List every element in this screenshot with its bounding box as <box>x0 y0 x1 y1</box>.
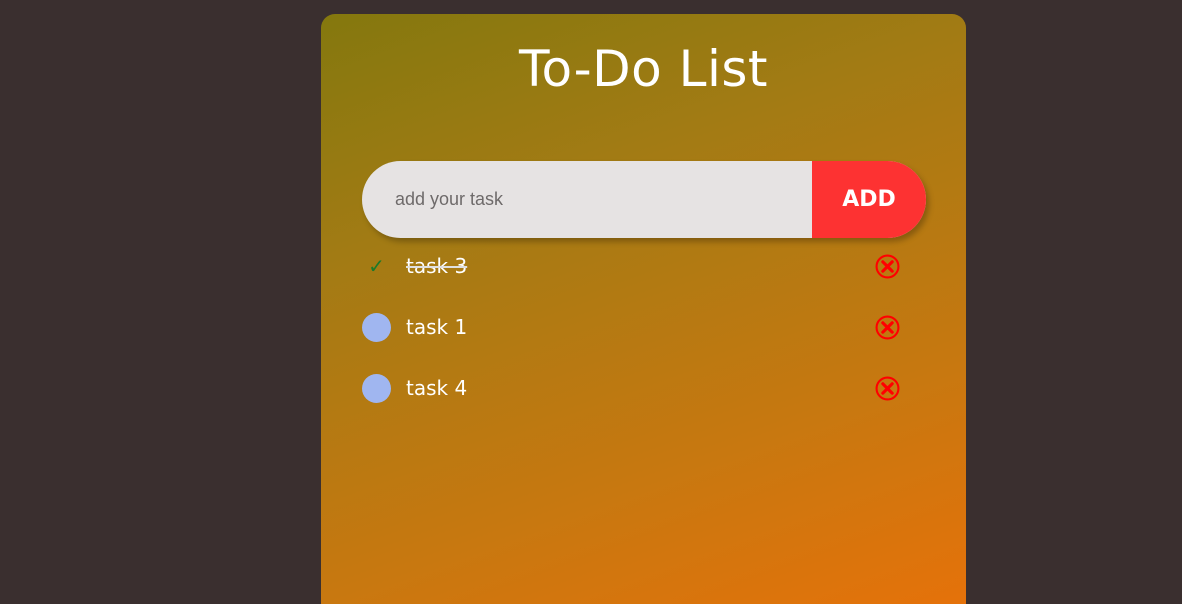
task-text[interactable]: task 4 <box>406 374 467 403</box>
task-text[interactable]: task 1 <box>406 313 467 342</box>
task-item[interactable]: task 4 <box>362 359 922 420</box>
delete-icon[interactable] <box>875 254 900 279</box>
todo-card: To-Do List ADD ✓ task 3 task 1 task 4 <box>321 14 966 604</box>
task-input-row: ADD <box>362 161 926 238</box>
task-text[interactable]: task 3 <box>406 252 467 281</box>
task-item[interactable]: task 1 <box>362 298 922 359</box>
task-input[interactable] <box>362 161 812 238</box>
task-item[interactable]: ✓ task 3 <box>362 237 922 298</box>
task-list: ✓ task 3 task 1 task 4 <box>362 237 922 420</box>
add-button[interactable]: ADD <box>812 161 926 238</box>
delete-icon[interactable] <box>875 315 900 340</box>
circle-icon[interactable] <box>362 374 391 403</box>
page-title: To-Do List <box>519 40 768 98</box>
circle-icon[interactable] <box>362 313 391 342</box>
delete-icon[interactable] <box>875 376 900 401</box>
checkmark-icon[interactable]: ✓ <box>362 252 391 281</box>
